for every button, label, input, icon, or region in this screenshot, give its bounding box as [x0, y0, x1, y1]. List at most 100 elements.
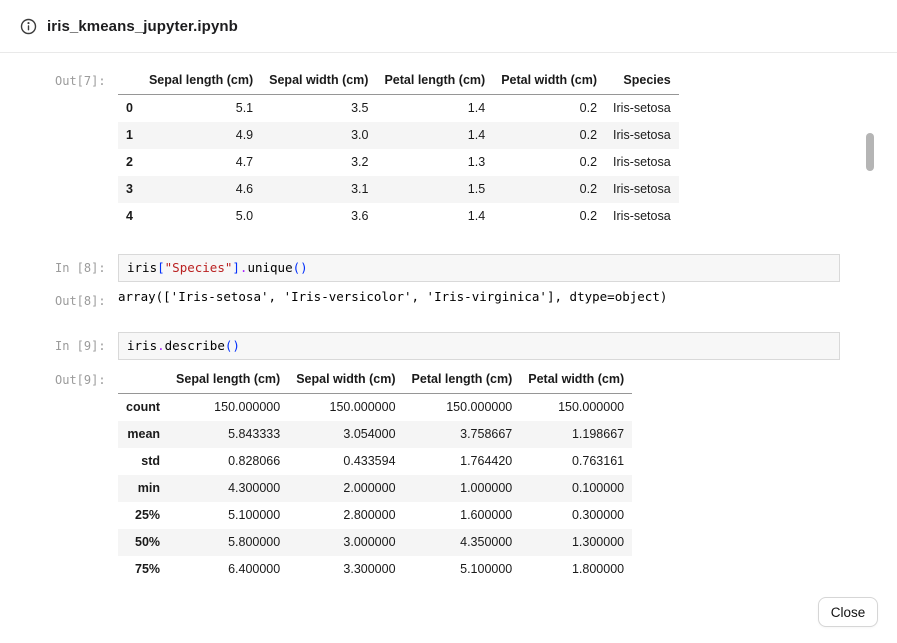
scrollbar-thumb[interactable]	[866, 133, 874, 171]
code-token-bracket: ]	[232, 260, 240, 275]
notebook-preview: Out[7]:Sepal length (cm)Sepal width (cm)…	[0, 53, 897, 580]
table-cell: 4.6	[141, 176, 261, 203]
table-cell: 1.3	[376, 149, 493, 176]
table-cell: 1.000000	[404, 475, 521, 502]
table-cell: 2.000000	[288, 475, 403, 502]
table-row: 75%6.4000003.3000005.1000001.800000	[118, 556, 632, 580]
row-index: 3	[118, 176, 141, 203]
table-cell: 0.433594	[288, 448, 403, 475]
cell-prompt: Out[9]:	[55, 366, 118, 388]
row-index: 0	[118, 95, 141, 123]
cell-prompt: Out[8]:	[55, 288, 118, 309]
table-cell: 3.300000	[288, 556, 403, 580]
code-token-bracket: [	[157, 260, 165, 275]
code-input: iris["Species"].unique()	[118, 254, 840, 282]
row-index: count	[118, 394, 168, 422]
table-cell: 1.300000	[520, 529, 632, 556]
table-cell: 150.000000	[168, 394, 288, 422]
table-cell: 0.763161	[520, 448, 632, 475]
table-cell: 150.000000	[520, 394, 632, 422]
table-row: 25%5.1000002.8000001.6000000.300000	[118, 502, 632, 529]
row-index: 1	[118, 122, 141, 149]
column-header: Petal length (cm)	[404, 366, 521, 394]
table-cell: Iris-setosa	[605, 122, 679, 149]
row-index: 75%	[118, 556, 168, 580]
table-cell: 5.843333	[168, 421, 288, 448]
table-cell: 0.828066	[168, 448, 288, 475]
table-cell: Iris-setosa	[605, 176, 679, 203]
row-index: 25%	[118, 502, 168, 529]
column-header: Petal width (cm)	[520, 366, 632, 394]
table-row: 05.13.51.40.2Iris-setosa	[118, 95, 679, 123]
code-token-bracket: (	[293, 260, 301, 275]
close-button[interactable]: Close	[818, 597, 878, 627]
cell-content: Sepal length (cm)Sepal width (cm)Petal l…	[118, 366, 632, 580]
cell-code: In [8]:iris["Species"].unique()	[55, 254, 897, 282]
table-cell: 0.2	[493, 95, 605, 123]
table-cell: 150.000000	[404, 394, 521, 422]
cell-output_text: Out[8]:array(['Iris-setosa', 'Iris-versi…	[55, 288, 897, 309]
table-cell: 3.1	[261, 176, 376, 203]
table-cell: 1.4	[376, 95, 493, 123]
table-cell: 3.758667	[404, 421, 521, 448]
table-cell: 5.100000	[168, 502, 288, 529]
column-header: Petal width (cm)	[493, 67, 605, 95]
notebook-cells: Out[7]:Sepal length (cm)Sepal width (cm)…	[55, 67, 897, 580]
table-cell: Iris-setosa	[605, 149, 679, 176]
table-cell: 5.0	[141, 203, 261, 230]
cell-output_table: Out[7]:Sepal length (cm)Sepal width (cm)…	[55, 67, 897, 230]
file-title: iris_kmeans_jupyter.ipynb	[47, 18, 238, 35]
titlebar: iris_kmeans_jupyter.ipynb	[0, 0, 897, 53]
column-header: Sepal width (cm)	[261, 67, 376, 95]
table-cell: 1.600000	[404, 502, 521, 529]
code-token-bracket: )	[232, 338, 240, 353]
table-cell: 5.800000	[168, 529, 288, 556]
table-row: 14.93.01.40.2Iris-setosa	[118, 122, 679, 149]
row-index: 50%	[118, 529, 168, 556]
table-cell: 0.2	[493, 149, 605, 176]
row-index: mean	[118, 421, 168, 448]
table-cell: 1.4	[376, 203, 493, 230]
table-row: 34.63.11.50.2Iris-setosa	[118, 176, 679, 203]
table-row: min4.3000002.0000001.0000000.100000	[118, 475, 632, 502]
cell-content: iris["Species"].unique()	[118, 254, 840, 282]
table-cell: 1.800000	[520, 556, 632, 580]
row-index: 2	[118, 149, 141, 176]
table-cell: 0.100000	[520, 475, 632, 502]
dataframe-table: Sepal length (cm)Sepal width (cm)Petal l…	[118, 67, 679, 230]
index-header	[118, 366, 168, 394]
row-index: min	[118, 475, 168, 502]
code-token-name: iris	[127, 338, 157, 353]
cell-content: array(['Iris-setosa', 'Iris-versicolor',…	[118, 288, 667, 305]
table-cell: 3.054000	[288, 421, 403, 448]
table-cell: 1.764420	[404, 448, 521, 475]
table-cell: 0.2	[493, 176, 605, 203]
table-cell: 3.2	[261, 149, 376, 176]
table-cell: 4.7	[141, 149, 261, 176]
dataframe-table: Sepal length (cm)Sepal width (cm)Petal l…	[118, 366, 632, 580]
table-cell: 0.300000	[520, 502, 632, 529]
table-row: mean5.8433333.0540003.7586671.198667	[118, 421, 632, 448]
table-cell: 1.4	[376, 122, 493, 149]
table-cell: 3.0	[261, 122, 376, 149]
table-row: std0.8280660.4335941.7644200.763161	[118, 448, 632, 475]
header-row: Sepal length (cm)Sepal width (cm)Petal l…	[118, 67, 679, 95]
code-token-bracket: )	[300, 260, 308, 275]
table-cell: 4.9	[141, 122, 261, 149]
table-row: 45.03.61.40.2Iris-setosa	[118, 203, 679, 230]
table-row: 50%5.8000003.0000004.3500001.300000	[118, 529, 632, 556]
cell-content: Sepal length (cm)Sepal width (cm)Petal l…	[118, 67, 679, 230]
column-header: Sepal length (cm)	[141, 67, 261, 95]
table-cell: 5.1	[141, 95, 261, 123]
column-header: Species	[605, 67, 679, 95]
table-cell: 0.2	[493, 122, 605, 149]
cell-prompt: In [9]:	[55, 332, 118, 354]
cell-code: In [9]:iris.describe()	[55, 332, 897, 360]
code-input: iris.describe()	[118, 332, 840, 360]
table-row: 24.73.21.30.2Iris-setosa	[118, 149, 679, 176]
column-header: Sepal length (cm)	[168, 366, 288, 394]
code-token-operator: .	[157, 338, 165, 353]
table-cell: 0.2	[493, 203, 605, 230]
table-cell: 2.800000	[288, 502, 403, 529]
table-cell: Iris-setosa	[605, 95, 679, 123]
